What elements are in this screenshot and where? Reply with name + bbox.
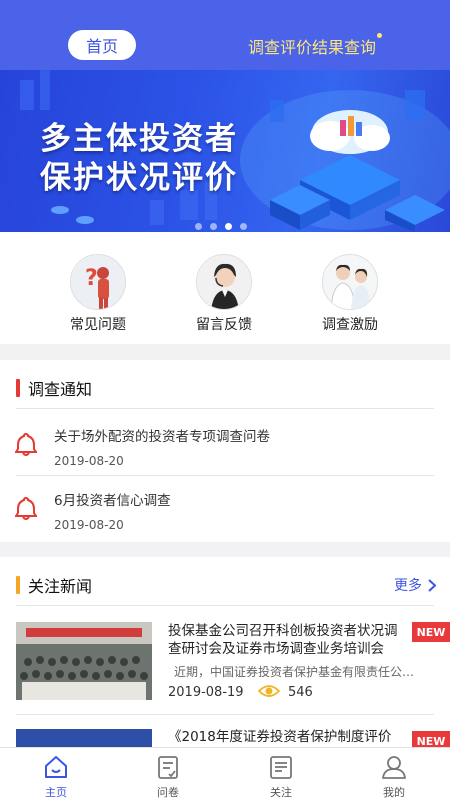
section-accent-bar [16,379,20,397]
banner-carousel[interactable]: 多主体投资者 保护状况评价 [0,70,450,232]
tab-label: 主页 [45,786,67,799]
news-summary: 近期，中国证券投资者保护基金有限责任公司（... [174,665,420,679]
questionnaire-icon [158,756,178,779]
bell-icon [15,432,37,456]
divider [16,408,434,409]
news-section: 关注新闻 更多 投保基金公司召开科创板投资者状况调查研讨会及证券市场调查业务培训… [0,557,450,747]
quick-menu: ? 常见问题 留言反馈 调查激励 [0,232,450,344]
carousel-dot[interactable] [195,223,202,230]
more-news-link[interactable]: 更多 [394,575,436,595]
eye-icon [258,685,280,697]
notice-item[interactable]: 6月投资者信心调查 2019-08-20 [0,482,450,546]
divider [16,605,434,606]
bottom-tab-bar: 主页 问卷 关注 我的 [0,747,450,800]
tab-questionnaire[interactable]: 问卷 [138,754,198,800]
carousel-dot[interactable] [210,223,217,230]
notice-header: 调查通知 [16,378,93,399]
notice-section-title: 调查通知 [28,380,93,399]
view-count: 546 [288,685,313,700]
news-item[interactable]: 投保基金公司召开科创板投资者状况调查研讨会及证券市场调查业务培训会 近期，中国证… [0,617,450,713]
faq-label: 常见问题 [70,317,126,333]
news-icon [270,756,292,779]
news-title: 《2018年度证券投资者保护制度评价 [168,729,392,745]
tab-profile[interactable]: 我的 [364,754,424,800]
feedback-button[interactable]: 留言反馈 [184,254,264,334]
banner-title-line2: 保护状况评价 [40,160,238,196]
tab-follow[interactable]: 关注 [251,754,311,800]
faq-button[interactable]: ? 常见问题 [58,254,138,334]
survey-notice-section: 调查通知 关于场外配资的投资者专项调查问卷 2019-08-20 6月投资者信心… [0,360,450,542]
notice-date: 2019-08-20 [54,518,124,532]
incentive-button[interactable]: 调查激励 [310,254,390,334]
svg-text:?: ? [85,266,98,291]
news-title: 投保基金公司召开科创板投资者状况调查研讨会及证券市场调查业务培训会 [168,623,398,657]
bell-icon [15,496,37,520]
divider [16,475,434,476]
notice-item[interactable]: 关于场外配资的投资者专项调查问卷 2019-08-20 [0,418,450,482]
carousel-dot[interactable] [240,223,247,230]
tab-label: 我的 [383,786,405,799]
incentive-label: 调查激励 [322,317,378,333]
tab-label: 问卷 [157,786,179,799]
notice-title: 6月投资者信心调查 [54,493,171,509]
tab-label: 关注 [270,786,292,799]
top-bar: 首页 调查评价结果查询 [0,0,450,70]
notice-title: 关于场外配资的投资者专项调查问卷 [54,429,270,445]
divider [16,714,434,715]
notification-dot [377,33,382,38]
news-section-title: 关注新闻 [28,577,93,596]
home-tab-button[interactable]: 首页 [68,30,136,60]
carousel-indicator [195,223,247,230]
home-icon [45,756,67,778]
section-accent-bar [16,576,20,594]
two-people-icon [322,254,378,310]
tab-home[interactable]: 主页 [26,754,86,800]
notice-date: 2019-08-20 [54,454,124,468]
news-item[interactable]: 《2018年度证券投资者保护制度评价 NEW [0,723,450,747]
feedback-label: 留言反馈 [196,317,252,333]
news-thumbnail [16,729,152,747]
new-badge: NEW [412,622,450,642]
headset-agent-icon [196,254,252,310]
news-thumbnail [16,622,152,700]
carousel-dot-active[interactable] [225,223,232,230]
question-person-icon: ? [70,254,126,310]
news-date: 2019-08-19 [168,685,244,700]
user-icon [382,756,406,779]
more-label: 更多 [394,578,422,594]
result-query-link[interactable]: 调查评价结果查询 [248,34,376,58]
new-badge: NEW [412,731,450,747]
news-header: 关注新闻 [16,575,93,596]
chevron-right-icon [428,578,436,592]
